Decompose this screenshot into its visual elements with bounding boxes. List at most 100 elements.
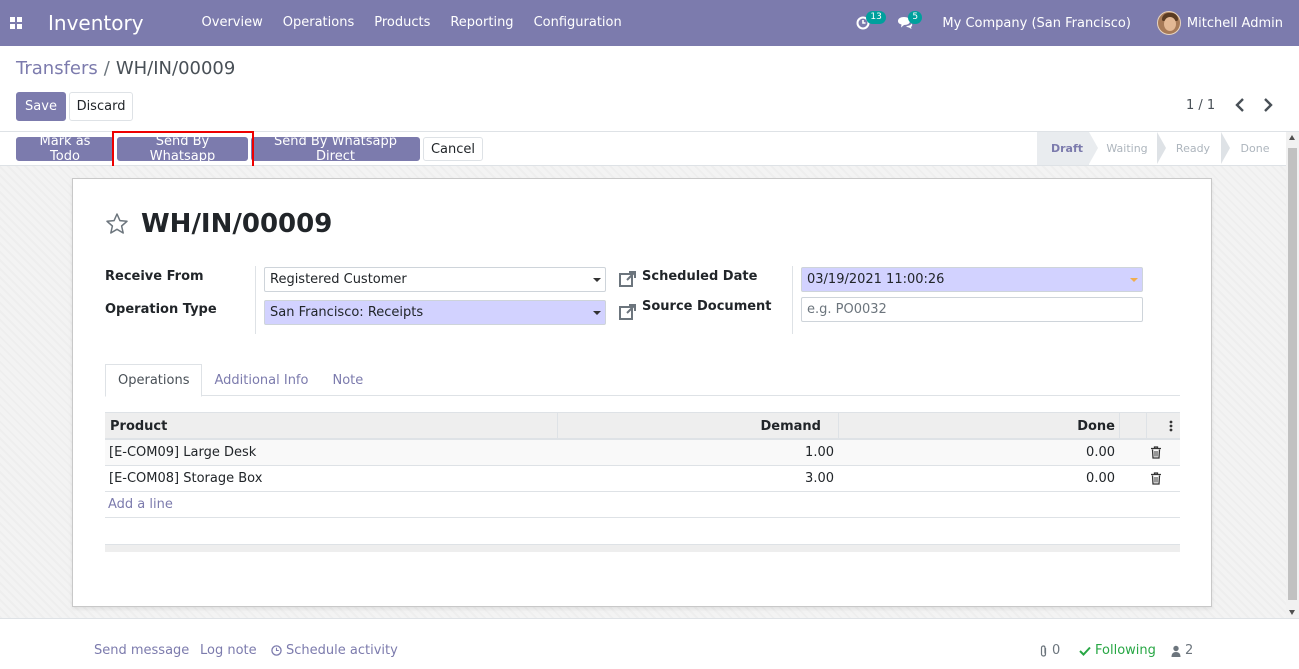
app-title[interactable]: Inventory <box>48 11 144 35</box>
breadcrumb-current: WH/IN/00009 <box>115 58 236 79</box>
caret-down-icon <box>593 311 601 315</box>
operations-table: Product Demand Done [E-COM09] Large Desk… <box>105 412 1180 552</box>
activity-count-badge: 13 <box>866 11 886 24</box>
source-document-input[interactable]: e.g. PO0032 <box>801 297 1143 322</box>
scheduled-date-label: Scheduled Date <box>642 269 758 284</box>
user-avatar[interactable] <box>1156 11 1181 35</box>
tab-note[interactable]: Note <box>320 364 375 396</box>
table-row[interactable]: [E-COM08] Storage Box 3.00 0.00 <box>105 466 1180 492</box>
chatter-topbar: Send message Log note Schedule activity … <box>0 618 1299 669</box>
stage-done[interactable]: Done <box>1221 132 1281 165</box>
scheduled-date-input[interactable]: 03/19/2021 11:00:26 <box>801 267 1143 292</box>
notebook-tabs: Operations Additional Info Note <box>105 364 1180 397</box>
menu-operations[interactable]: Operations <box>273 0 364 46</box>
column-divider <box>1146 413 1147 439</box>
message-count-badge: 5 <box>908 11 923 24</box>
main-menu: Overview Operations Products Reporting C… <box>192 0 632 46</box>
top-navbar: Inventory Overview Operations Products R… <box>0 0 1299 46</box>
breadcrumb: Transfers / WH/IN/00009 <box>16 58 235 79</box>
column-divider <box>1119 413 1120 439</box>
stage-pipeline: Draft Waiting Ready Done <box>1037 132 1281 165</box>
send-by-whatsapp-direct-button[interactable]: Send By Whatsapp Direct <box>251 134 420 164</box>
receive-from-label: Receive From <box>105 269 204 284</box>
row-demand: 1.00 <box>805 445 834 460</box>
column-done[interactable]: Done <box>839 413 1115 439</box>
table-footer <box>105 544 1180 552</box>
tab-operations[interactable]: Operations <box>105 364 203 397</box>
pager-value[interactable]: 1 / 1 <box>1186 98 1215 113</box>
messages-button[interactable]: 5 <box>890 0 923 46</box>
record-title: WH/IN/00009 <box>141 209 333 239</box>
operation-type-value: San Francisco: Receipts <box>270 305 424 320</box>
trash-icon[interactable] <box>1150 446 1162 459</box>
log-note-button[interactable]: Log note <box>200 643 257 658</box>
add-line-row: Add a line <box>105 492 1180 518</box>
menu-configuration[interactable]: Configuration <box>524 0 632 46</box>
row-product: [E-COM09] Large Desk <box>109 445 257 460</box>
schedule-activity-label: Schedule activity <box>286 643 398 658</box>
column-options-icon[interactable] <box>1169 420 1173 432</box>
chevron-right-icon <box>1264 98 1273 112</box>
user-icon <box>1171 645 1181 657</box>
source-document-placeholder: e.g. PO0032 <box>807 302 887 317</box>
stage-draft[interactable]: Draft <box>1037 132 1098 165</box>
activity-button[interactable]: 13 <box>848 0 886 46</box>
following-label: Following <box>1095 643 1156 658</box>
stage-ready[interactable]: Ready <box>1157 132 1230 165</box>
followers-count: 2 <box>1185 643 1194 658</box>
row-product: [E-COM08] Storage Box <box>109 471 263 486</box>
mark-as-todo-button[interactable]: Mark as Todo <box>16 134 114 164</box>
table-row[interactable]: [E-COM09] Large Desk 1.00 0.00 <box>105 440 1180 466</box>
save-button[interactable]: Save <box>16 92 66 121</box>
company-switcher[interactable]: My Company (San Francisco) <box>942 16 1130 31</box>
attachments-button[interactable]: 0 <box>1039 643 1060 658</box>
row-done: 0.00 <box>1086 445 1115 460</box>
breadcrumb-separator: / <box>103 58 110 79</box>
scheduled-date-value: 03/19/2021 11:00:26 <box>807 272 945 287</box>
stage-waiting[interactable]: Waiting <box>1089 132 1166 165</box>
menu-products[interactable]: Products <box>364 0 440 46</box>
label-divider <box>255 266 256 334</box>
form-sheet: WH/IN/00009 Receive From Operation Type … <box>72 178 1212 607</box>
send-message-button[interactable]: Send message <box>94 643 189 658</box>
table-header: Product Demand Done <box>105 412 1180 440</box>
receive-from-value: Registered Customer <box>270 272 407 287</box>
followers-button[interactable]: 2 <box>1171 643 1193 658</box>
scroll-down-arrow-icon[interactable] <box>1289 610 1295 615</box>
highlight-annotation <box>112 131 254 170</box>
caret-down-icon <box>1130 278 1138 282</box>
external-link-icon[interactable] <box>618 269 638 289</box>
schedule-activity-button[interactable]: Schedule activity <box>271 643 398 658</box>
menu-overview[interactable]: Overview <box>192 0 273 46</box>
menu-reporting[interactable]: Reporting <box>440 0 523 46</box>
chevron-left-icon <box>1235 98 1244 112</box>
pager-next-button[interactable] <box>1260 95 1276 115</box>
breadcrumb-transfers[interactable]: Transfers <box>16 58 98 79</box>
column-product[interactable]: Product <box>110 413 167 439</box>
external-link-icon[interactable] <box>618 302 638 322</box>
user-menu[interactable]: Mitchell Admin <box>1187 16 1283 31</box>
operation-type-select[interactable]: San Francisco: Receipts <box>264 300 606 325</box>
trash-icon[interactable] <box>1150 472 1162 485</box>
star-icon[interactable] <box>105 212 129 236</box>
column-demand[interactable]: Demand <box>558 413 822 439</box>
apps-menu-icon[interactable] <box>0 0 32 46</box>
cancel-button[interactable]: Cancel <box>423 137 483 161</box>
vertical-scrollbar[interactable] <box>1286 132 1299 618</box>
row-demand: 3.00 <box>805 471 834 486</box>
operation-type-label: Operation Type <box>105 302 217 317</box>
paperclip-icon <box>1040 644 1047 657</box>
label-divider <box>792 266 793 334</box>
source-document-label: Source Document <box>642 299 772 314</box>
scroll-up-arrow-icon[interactable] <box>1289 135 1295 140</box>
caret-down-icon <box>593 278 601 282</box>
pager-previous-button[interactable] <box>1232 95 1248 115</box>
row-done: 0.00 <box>1086 471 1115 486</box>
scroll-thumb[interactable] <box>1288 148 1297 600</box>
tab-additional-info[interactable]: Additional Info <box>202 364 320 396</box>
receive-from-select[interactable]: Registered Customer <box>264 267 606 292</box>
discard-button[interactable]: Discard <box>69 92 133 121</box>
title-row: WH/IN/00009 <box>105 209 332 239</box>
add-line-link[interactable]: Add a line <box>108 492 173 517</box>
following-button[interactable]: Following <box>1079 643 1156 658</box>
